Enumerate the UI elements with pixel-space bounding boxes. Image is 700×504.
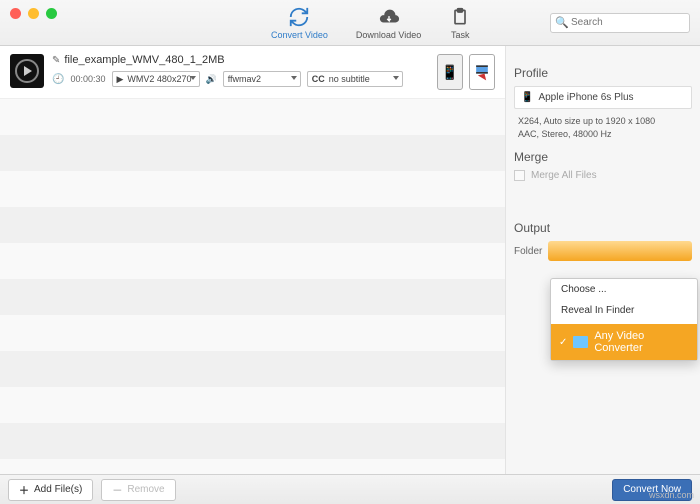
edit-video-icon[interactable] <box>469 54 495 90</box>
tab-download-video[interactable]: Download Video <box>356 6 421 40</box>
file-name: file_example_WMV_480_1_2MB <box>64 54 224 66</box>
duration: 00:00:30 <box>70 74 105 84</box>
clock-icon: 🕘 <box>52 74 64 85</box>
search-icon: 🔍 <box>555 16 569 29</box>
file-list: ✎ file_example_WMV_480_1_2MB 🕘 00:00:30 … <box>0 46 505 474</box>
output-folder-select[interactable] <box>548 241 692 261</box>
device-preview-icon[interactable]: 📱 <box>437 54 463 90</box>
play-icon <box>24 66 32 76</box>
merge-all-checkbox[interactable]: Merge All Files <box>514 170 692 181</box>
video-thumbnail[interactable] <box>10 54 44 88</box>
menu-item-reveal[interactable]: Reveal In Finder <box>551 300 697 321</box>
search-input[interactable] <box>550 13 690 33</box>
folder-label: Folder <box>514 246 542 257</box>
search-field[interactable]: 🔍 <box>550 13 690 33</box>
folder-context-menu: Choose ... Reveal In Finder ✓ Any Video … <box>550 278 698 361</box>
menu-item-selected-folder[interactable]: ✓ Any Video Converter <box>551 324 697 360</box>
tab-task[interactable]: Task <box>449 6 471 40</box>
clipboard-icon <box>449 6 471 28</box>
window-controls <box>10 8 57 19</box>
file-row[interactable]: ✎ file_example_WMV_480_1_2MB 🕘 00:00:30 … <box>0 46 505 99</box>
profile-section-title: Profile <box>514 66 692 80</box>
output-section-title: Output <box>514 221 692 235</box>
add-files-button[interactable]: ＋ Add File(s) <box>8 479 93 501</box>
bottom-bar: ＋ Add File(s) － Remove Convert Now <box>0 474 700 504</box>
audio-format-select[interactable]: ffwmav2 <box>223 71 301 87</box>
minimize-window-button[interactable] <box>28 8 39 19</box>
subtitle-select[interactable]: CCno subtitle <box>307 71 403 87</box>
watermark: wsxdn.com <box>649 490 694 500</box>
merge-section-title: Merge <box>514 150 692 164</box>
tab-label: Convert Video <box>271 30 328 40</box>
video-format-select[interactable]: ▶WMV2 480x270 <box>112 71 200 87</box>
tab-label: Download Video <box>356 30 421 40</box>
profile-select[interactable]: 📱 Apple iPhone 6s Plus <box>514 86 692 109</box>
remove-button[interactable]: － Remove <box>101 479 175 501</box>
phone-icon: 📱 <box>521 92 533 103</box>
profile-description: X264, Auto size up to 1920 x 1080 AAC, S… <box>518 115 692 140</box>
checkmark-icon: ✓ <box>559 337 567 348</box>
cloud-download-icon <box>378 6 400 28</box>
minus-icon: － <box>112 482 122 497</box>
maximize-window-button[interactable] <box>46 8 57 19</box>
menu-item-choose[interactable]: Choose ... <box>551 279 697 300</box>
tab-convert-video[interactable]: Convert Video <box>271 6 328 40</box>
plus-icon: ＋ <box>19 482 29 497</box>
sidebar: Profile 📱 Apple iPhone 6s Plus X264, Aut… <box>505 46 700 474</box>
titlebar: Convert Video Download Video Task 🔍 <box>0 0 700 46</box>
folder-icon <box>573 336 588 348</box>
speaker-icon: 🔊 <box>206 74 217 85</box>
refresh-icon <box>288 6 310 28</box>
pencil-icon[interactable]: ✎ <box>52 55 60 66</box>
checkbox-icon <box>514 170 525 181</box>
close-window-button[interactable] <box>10 8 21 19</box>
tab-label: Task <box>451 30 470 40</box>
